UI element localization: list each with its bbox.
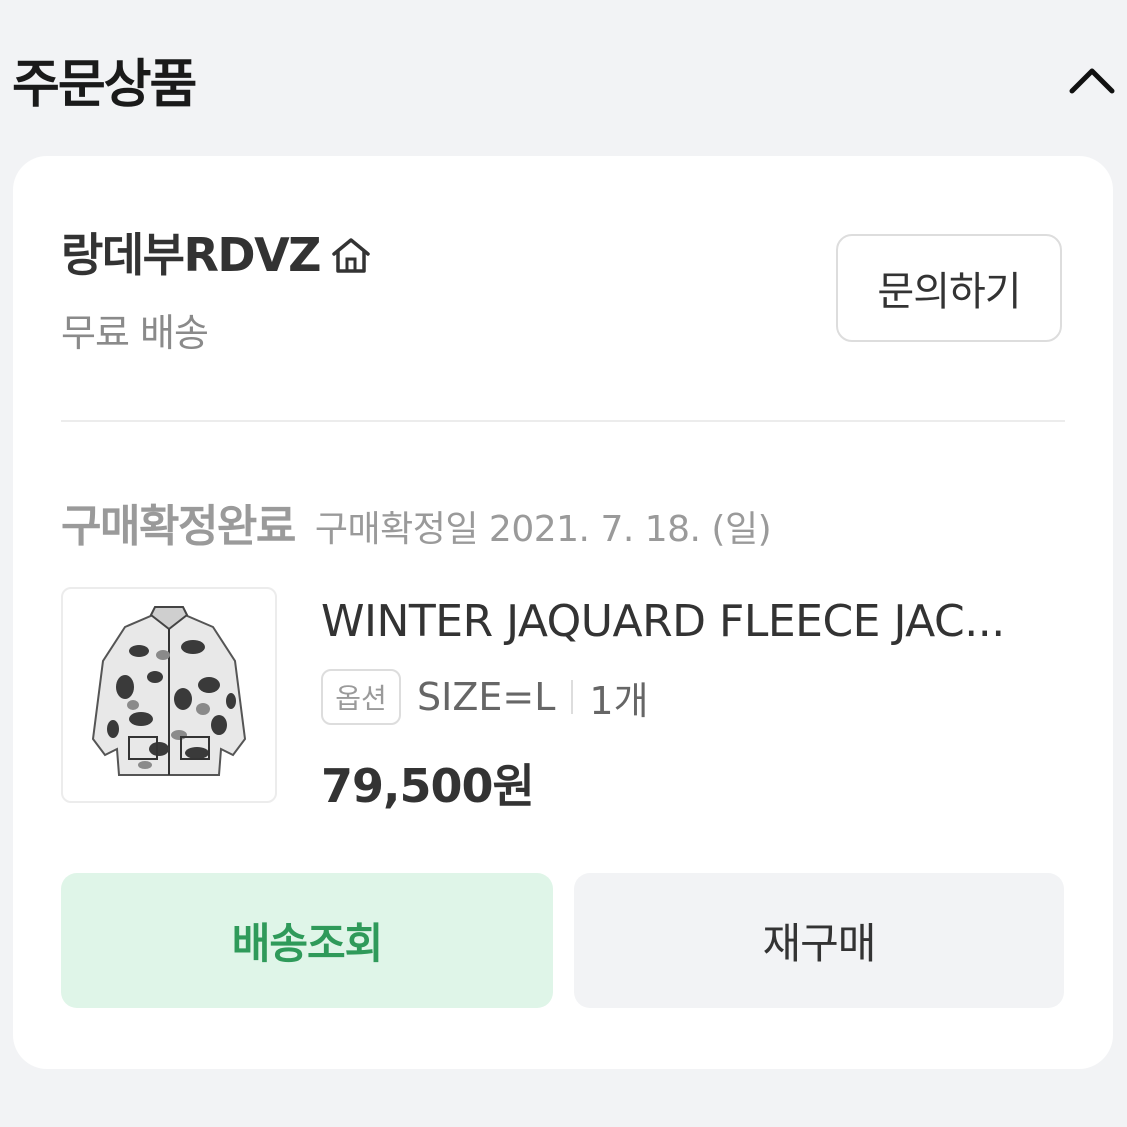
option-quantity: 1개 <box>589 678 649 723</box>
confirm-date: 구매확정일 2021. 7. 18. (일) <box>314 509 772 550</box>
divider <box>61 420 1065 422</box>
product-price: 79,500원 <box>321 759 535 813</box>
chevron-up-icon <box>1069 68 1115 94</box>
rebuy-button[interactable]: 재구매 <box>574 873 1064 1008</box>
inquiry-button[interactable]: 문의하기 <box>836 234 1062 342</box>
shipping-info: 무료 배송 <box>61 311 209 355</box>
section-header: 주문상품 <box>0 0 1127 150</box>
collapse-button[interactable] <box>1062 58 1122 102</box>
home-icon[interactable] <box>328 232 374 278</box>
option-size: SIZE=L <box>417 675 556 719</box>
order-status: 구매확정완료 구매확정일 2021. 7. 18. (일) <box>61 490 772 552</box>
shop-header: 랑데부RDVZ <box>61 224 374 282</box>
order-card: 랑데부RDVZ 무료 배송 문의하기 구매확정완료 구매확정일 2021. 7.… <box>13 156 1113 1069</box>
product-option: 옵션 SIZE=L 1개 <box>321 668 649 726</box>
track-delivery-button[interactable]: 배송조회 <box>61 873 553 1008</box>
option-badge: 옵션 <box>321 669 401 725</box>
option-separator <box>571 680 574 714</box>
product-image[interactable] <box>61 587 277 803</box>
jacket-image <box>91 606 247 776</box>
status-label: 구매확정완료 <box>61 501 296 552</box>
product-name[interactable]: WINTER JAQUARD FLEECE JAC... <box>321 596 1071 647</box>
section-title: 주문상품 <box>12 55 197 115</box>
shop-name[interactable]: 랑데부RDVZ <box>61 219 322 285</box>
